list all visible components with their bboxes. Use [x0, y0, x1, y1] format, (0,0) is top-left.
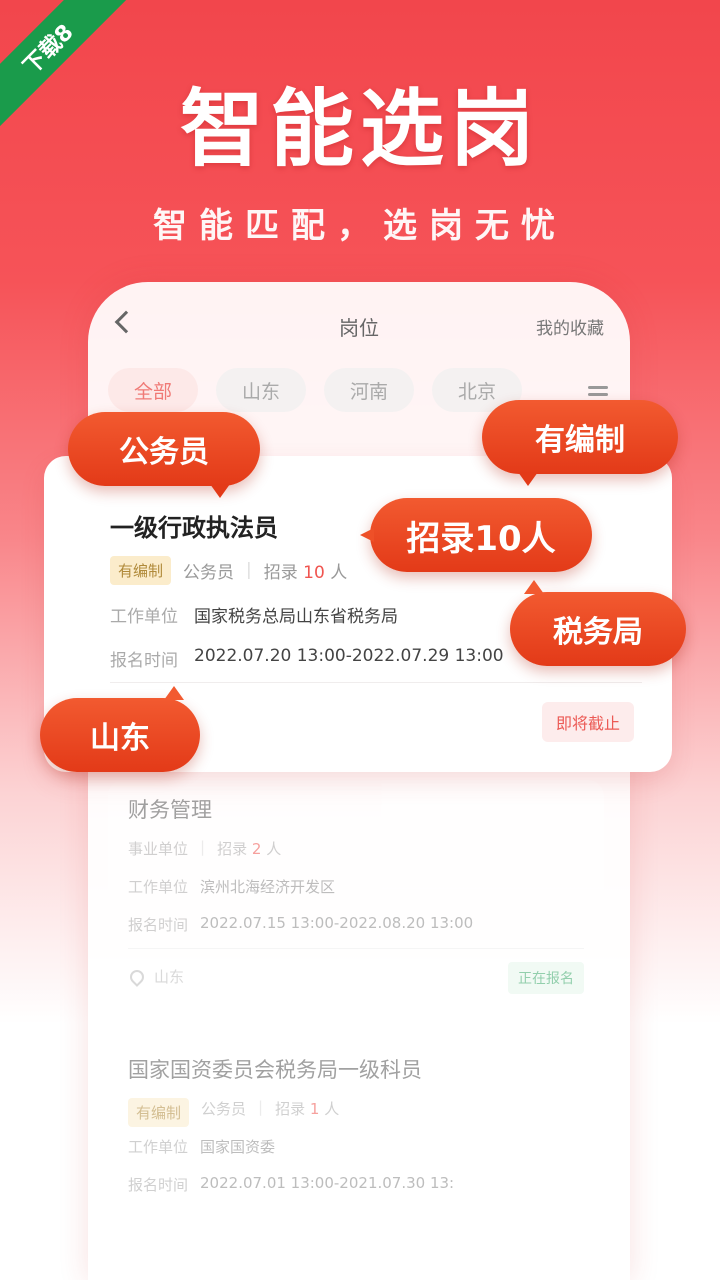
signup-time-label: 报名时间 [110, 651, 178, 671]
recruit-unit: 人 [324, 1100, 340, 1118]
signup-time-label: 报名时间 [128, 916, 189, 934]
recruit-prefix: 招录 [217, 840, 248, 858]
work-unit-row: 工作单位 国家税务总局山东省税务局 [110, 602, 398, 627]
recruit-unit: 人 [266, 840, 282, 858]
signup-time-row: 报名时间 2022.07.01 13:00-2021.07.30 13: [128, 1174, 454, 1195]
tab-shandong[interactable]: 山东 [216, 368, 307, 412]
callout-shandong: 山东 [40, 686, 200, 772]
job-meta: 有编制 公务员 | 招录 1 人 [128, 1098, 339, 1127]
subline: 智能匹配，选岗无忧 [153, 206, 567, 246]
divider [110, 682, 642, 683]
favorites-link[interactable]: 我的收藏 [536, 314, 604, 339]
tab-all[interactable]: 全部 [108, 368, 199, 412]
tab-henan[interactable]: 河南 [324, 368, 415, 412]
app-header: 岗位 我的收藏 [88, 308, 630, 348]
callout-recruit-count: 招录10人 [360, 498, 592, 572]
job-card-3[interactable]: 国家国资委员会税务局一级科员 有编制 公务员 | 招录 1 人 工作单位 国家国… [108, 1026, 604, 1276]
callout-tax-bureau: 税务局 [510, 580, 686, 666]
recruit-count: 2 [251, 840, 262, 858]
job-title: 财务管理 [128, 798, 212, 822]
divider [128, 948, 584, 949]
work-unit-label: 工作单位 [110, 607, 178, 627]
signup-time-label: 报名时间 [128, 1176, 189, 1194]
job-location: 山东 [154, 968, 185, 986]
recruit-count: 1 [309, 1100, 320, 1118]
job-category: 公务员 [201, 1100, 247, 1118]
recruit-count: 10 [303, 562, 325, 583]
recruit-unit: 人 [330, 562, 348, 583]
callout-civil-servant: 公务员 [68, 412, 260, 498]
quota-tag: 有编制 [128, 1098, 190, 1127]
recruit-prefix: 招录 [275, 1100, 306, 1118]
signup-time-value: 2022.07.01 13:00-2021.07.30 13: [200, 1174, 455, 1192]
work-unit-value: 滨州北海经济开发区 [200, 878, 336, 896]
job-meta: 事业单位 | 招录 2 人 [128, 838, 282, 858]
job-category: 事业单位 [128, 840, 189, 858]
job-title: 国家国资委员会税务局一级科员 [128, 1058, 422, 1082]
job-card-2[interactable]: 财务管理 事业单位 | 招录 2 人 工作单位 滨州北海经济开发区 报名时间 2… [108, 780, 604, 1008]
location-pin-icon [127, 967, 147, 987]
signup-time-row: 报名时间 2022.07.20 13:00-2022.07.29 13:00 [110, 646, 504, 671]
work-unit-label: 工作单位 [128, 878, 189, 896]
quota-tag: 有编制 [110, 555, 172, 585]
work-unit-row: 工作单位 国家国资委 [128, 1136, 275, 1157]
job-category: 公务员 [183, 562, 235, 583]
status-badge: 正在报名 [508, 962, 584, 994]
work-unit-value: 国家国资委 [200, 1138, 276, 1156]
job-title: 一级行政执法员 [110, 514, 278, 542]
job-meta: 有编制 公务员 | 招录 10 人 [110, 555, 348, 585]
work-unit-label: 工作单位 [128, 1138, 189, 1156]
recruit-prefix: 招录 [263, 562, 298, 583]
status-badge: 即将截止 [541, 702, 634, 742]
signup-time-row: 报名时间 2022.07.15 13:00-2022.08.20 13:00 [128, 914, 473, 935]
callout-has-quota: 有编制 [482, 400, 678, 486]
signup-time-value: 2022.07.15 13:00-2022.08.20 13:00 [200, 914, 474, 932]
work-unit-row: 工作单位 滨州北海经济开发区 [128, 876, 335, 897]
headline: 智能选岗 [179, 80, 540, 178]
region-tabs: 全部 山东 河南 北京 [108, 368, 523, 412]
signup-time-value: 2022.07.20 13:00-2022.07.29 13:00 [194, 646, 504, 666]
work-unit-value: 国家税务总局山东省税务局 [194, 607, 398, 627]
